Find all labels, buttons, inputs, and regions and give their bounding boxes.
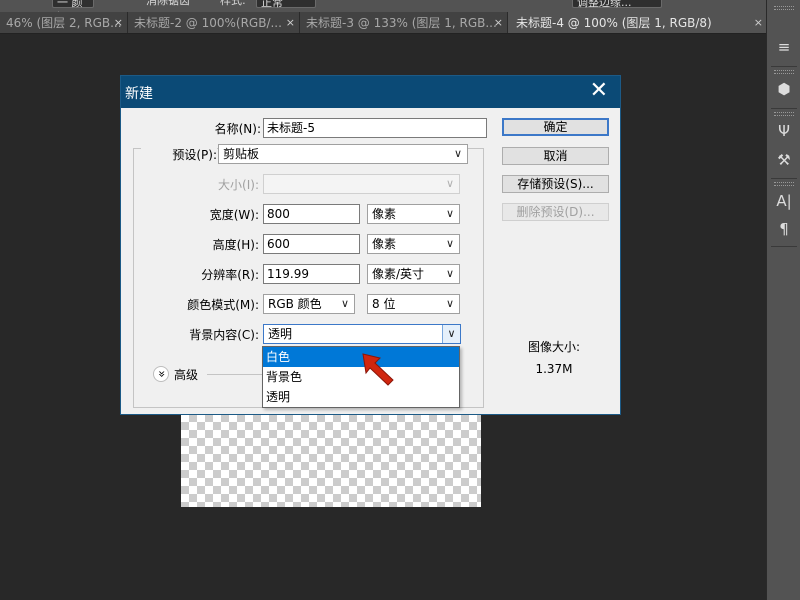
chevron-down-icon: ∨: [340, 297, 350, 310]
bit-depth-select[interactable]: 8 位 ∨: [367, 294, 460, 314]
image-size-label: 图像大小:: [527, 340, 581, 354]
options-chip-a[interactable]: 一 颜素: [52, 0, 94, 12]
cancel-button[interactable]: 取消: [502, 147, 609, 165]
tab-close-icon[interactable]: ×: [114, 12, 123, 33]
tab-document-4[interactable]: 未标题-4 @ 100% (图层 1, RGB/8) ×: [508, 12, 768, 33]
chevron-down-icon: ∨: [445, 237, 455, 250]
tool-presets-icon[interactable]: ⚒: [775, 151, 793, 169]
tab-label: 未标题-4 @ 100% (图层 1, RGB/8): [516, 16, 712, 30]
tab-label: 46% (图层 2, RGB...: [6, 16, 122, 30]
ok-button[interactable]: 确定: [502, 118, 609, 136]
tab-label: 未标题-3 @ 133% (图层 1, RGB...: [306, 16, 497, 30]
height-unit-select[interactable]: 像素 ∨: [367, 234, 460, 254]
chevron-down-icon: ∨: [445, 177, 455, 190]
preset-value: 剪贴板: [223, 147, 260, 161]
width-input[interactable]: 800: [263, 204, 360, 224]
dialog-title-bar[interactable]: 新建 ✕: [121, 76, 620, 108]
height-label: 高度(H):: [212, 238, 259, 252]
save-preset-button[interactable]: 存储预设(S)...: [502, 175, 609, 193]
panel-grip[interactable]: [774, 112, 794, 116]
annotation-arrow-icon: [362, 353, 394, 386]
resolution-unit-value: 像素/英寸: [372, 267, 425, 281]
chevron-down-icon: ∨: [453, 147, 463, 160]
document-tab-bar: 46% (图层 2, RGB... × 未标题-2 @ 100%(RGB/...…: [0, 12, 768, 34]
name-input[interactable]: 未标题-5: [263, 118, 487, 138]
tab-document-2[interactable]: 未标题-2 @ 100%(RGB/... ×: [128, 12, 300, 33]
delete-preset-button: 删除预设(D)...: [502, 203, 609, 221]
3d-cube-icon[interactable]: ⬢: [775, 80, 793, 98]
bit-depth-value: 8 位: [372, 297, 396, 311]
width-unit-value: 像素: [372, 207, 397, 221]
color-mode-value: RGB 颜色: [268, 297, 322, 311]
layers-icon[interactable]: ≡: [775, 38, 793, 56]
tab-close-icon[interactable]: ×: [754, 12, 763, 33]
tab-close-icon[interactable]: ×: [286, 12, 295, 33]
advanced-divider: [207, 374, 263, 375]
color-mode-label: 颜色模式(M):: [187, 298, 259, 312]
brush-icon[interactable]: Ψ: [775, 122, 793, 140]
advanced-label[interactable]: 高级: [174, 367, 198, 383]
height-input[interactable]: 600: [263, 234, 360, 254]
tab-label: 未标题-2 @ 100%(RGB/...: [134, 16, 282, 30]
right-panel-dock: ≡ ⬢ Ψ ⚒ A| ¶: [766, 0, 800, 600]
chevron-down-icon: ∨: [445, 297, 455, 310]
tab-document-3[interactable]: 未标题-3 @ 133% (图层 1, RGB... ×: [300, 12, 508, 33]
dialog-title: 新建: [125, 86, 153, 102]
options-text-c: 样式:: [220, 0, 246, 7]
chevron-down-icon: ∨: [445, 207, 455, 220]
options-bar: 一 颜素 消除锯齿 样式: 正常 调整边缘...: [0, 0, 768, 12]
width-label: 宽度(W):: [209, 208, 259, 222]
name-label: 名称(N):: [214, 122, 261, 136]
tab-document-1[interactable]: 46% (图层 2, RGB... ×: [0, 12, 128, 33]
image-size-value: 1.37M: [535, 362, 573, 376]
resolution-unit-select[interactable]: 像素/英寸 ∨: [367, 264, 460, 284]
paragraph-icon[interactable]: ¶: [775, 220, 793, 238]
tab-close-icon[interactable]: ×: [494, 12, 503, 33]
resolution-label: 分辨率(R):: [201, 268, 259, 282]
background-option-transparent[interactable]: 透明: [263, 387, 459, 407]
options-text-b: 消除锯齿: [146, 0, 190, 7]
color-mode-select[interactable]: RGB 颜色 ∨: [263, 294, 355, 314]
expand-advanced-icon[interactable]: »: [153, 366, 169, 382]
width-unit-select[interactable]: 像素 ∨: [367, 204, 460, 224]
chevron-down-icon: ∨: [442, 325, 460, 343]
options-chip-d[interactable]: 调整边缘...: [572, 0, 662, 9]
options-chip-c[interactable]: 正常: [256, 0, 316, 9]
preset-label: 预设(P):: [141, 147, 217, 163]
height-unit-value: 像素: [372, 237, 397, 251]
background-label: 背景内容(C):: [189, 328, 259, 342]
document-canvas[interactable]: [181, 414, 481, 507]
panel-grip[interactable]: [774, 182, 794, 186]
character-icon[interactable]: A|: [775, 192, 793, 210]
background-value: 透明: [268, 327, 293, 341]
panel-grip[interactable]: [774, 6, 794, 10]
panel-grip[interactable]: [774, 70, 794, 74]
resolution-input[interactable]: 119.99: [263, 264, 360, 284]
chevron-down-icon: ∨: [445, 267, 455, 280]
size-select: ∨: [263, 174, 460, 194]
size-label: 大小(I):: [218, 178, 259, 192]
preset-select[interactable]: 剪贴板 ∨: [218, 144, 468, 164]
close-icon[interactable]: ✕: [590, 79, 608, 103]
background-select[interactable]: 透明 ∨: [263, 324, 461, 344]
